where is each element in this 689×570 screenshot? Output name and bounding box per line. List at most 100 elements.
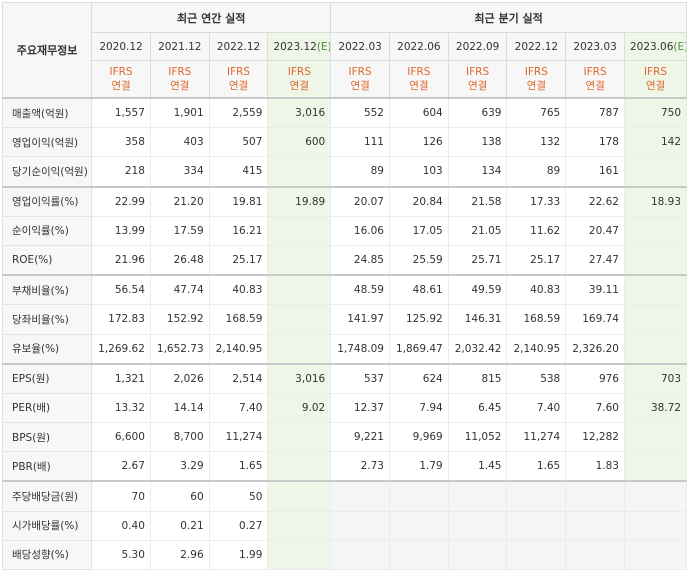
table-cell: 18.93 <box>623 185 688 217</box>
accounting-standard-cell: IFRS 연결 <box>388 60 449 99</box>
table-row: PBR(배) 2.67 3.29 1.65 2.73 1.79 1.45 1.65 1.83 <box>1 451 688 482</box>
table-cell: 168.59 <box>506 304 567 335</box>
table-cell: 138 <box>447 127 508 158</box>
table-cell: 21.05 <box>447 215 508 246</box>
table-cell: 178 <box>565 127 625 158</box>
table-cell: 48.61 <box>388 274 449 306</box>
table-cell: 2,326.20 <box>565 333 625 365</box>
table-cell <box>623 539 688 570</box>
row-label: 배당성향(%) <box>1 539 93 570</box>
table-cell: 2,032.42 <box>447 333 508 365</box>
table-cell <box>623 156 688 188</box>
table-cell: 26.48 <box>149 244 210 276</box>
table-cell <box>330 480 390 512</box>
table-cell: 2,140.95 <box>506 333 567 365</box>
accounting-standard-cell: IFRS 연결 <box>623 60 688 99</box>
table-cell <box>388 480 449 512</box>
table-cell: 22.99 <box>91 185 151 217</box>
table-cell: 12,282 <box>565 422 625 453</box>
table-cell: 20.07 <box>330 185 390 217</box>
table-cell <box>267 539 332 570</box>
table-row: 주당배당금(원) 70 60 50 <box>1 480 688 512</box>
period-estimate-label: 2023.06(E) <box>629 40 686 53</box>
table-cell: 8,700 <box>149 422 210 453</box>
quarter-group-header: 최근 분기 실적 <box>330 2 687 33</box>
table-cell: 17.05 <box>388 215 449 246</box>
period-header: 2022.03 <box>330 32 390 61</box>
table-cell: 765 <box>506 97 567 129</box>
row-label: 당기순이익(억원) <box>1 156 93 188</box>
row-label: 영업이익(억원) <box>1 127 93 158</box>
table-cell: 172.83 <box>91 304 151 335</box>
table-cell: 7.40 <box>208 392 269 424</box>
table-row: 유보율(%) 1,269.62 1,652.73 2,140.95 1,748.09 1,… <box>1 333 688 365</box>
table-cell: 1,748.09 <box>330 333 390 365</box>
table-cell <box>388 539 449 570</box>
period-header-row: 2020.12 2021.12 2022.12 2023.12(E) 2022.… <box>3 32 688 61</box>
table-cell: 976 <box>565 362 625 394</box>
table-cell: 218 <box>91 156 151 188</box>
table-cell: 815 <box>447 362 508 394</box>
table-cell <box>623 304 688 335</box>
table-cell: 11,274 <box>506 422 567 453</box>
table-cell: 169.74 <box>565 304 625 335</box>
row-label: 시가배당률(%) <box>1 510 93 541</box>
table-cell: 11.62 <box>506 215 567 246</box>
table-cell <box>447 480 508 512</box>
table-cell: 14.14 <box>149 392 210 424</box>
table-cell: 538 <box>506 362 567 394</box>
table-cell: 415 <box>208 156 269 188</box>
table-cell: 624 <box>388 362 449 394</box>
table-cell: 132 <box>506 127 567 158</box>
table-cell <box>623 480 688 512</box>
table-cell: 9,221 <box>330 422 390 453</box>
table-cell: 21.58 <box>447 185 508 217</box>
table-cell: 27.47 <box>565 244 625 276</box>
accounting-standard-cell: IFRS 연결 <box>447 60 508 99</box>
table-cell: 16.06 <box>330 215 390 246</box>
table-cell: 552 <box>330 97 390 129</box>
table-cell <box>565 480 625 512</box>
table-cell: 40.83 <box>208 274 269 306</box>
table-cell: 600 <box>267 127 332 158</box>
table-cell: 3.29 <box>149 451 210 482</box>
table-cell <box>565 539 625 570</box>
table-cell: 24.85 <box>330 244 390 276</box>
table-cell: 639 <box>447 97 508 129</box>
table-cell: 537 <box>330 362 390 394</box>
table-cell: 1,652.73 <box>149 333 210 365</box>
table-cell <box>267 333 332 365</box>
table-row: 순이익률(%) 13.99 17.59 16.21 16.06 17.05 21.05 11.… <box>1 215 688 246</box>
accounting-standard-cell: IFRS 연결 <box>506 60 567 99</box>
table-cell: 20.84 <box>388 185 449 217</box>
table-cell <box>623 333 688 365</box>
table-cell: 3,016 <box>267 97 332 129</box>
row-label: EPS(원) <box>1 362 93 394</box>
table-cell: 111 <box>330 127 390 158</box>
table-cell: 25.59 <box>388 244 449 276</box>
table-cell: 1.79 <box>388 451 449 482</box>
row-label: 주당배당금(원) <box>1 480 93 512</box>
table-cell: 403 <box>149 127 210 158</box>
table-cell: 13.32 <box>91 392 151 424</box>
table-cell: 21.96 <box>91 244 151 276</box>
row-label: ROE(%) <box>1 244 93 276</box>
table-cell: 126 <box>388 127 449 158</box>
accounting-standard-cell: IFRS 연결 <box>330 60 390 99</box>
accounting-standard-cell: IFRS 연결 <box>149 60 210 99</box>
table-cell: 19.89 <box>267 185 332 217</box>
table-cell: 19.81 <box>208 185 269 217</box>
table-cell: 1,901 <box>149 97 210 129</box>
table-cell: 25.17 <box>506 244 567 276</box>
table-cell: 17.59 <box>149 215 210 246</box>
financial-summary-table: 주요재무정보 최근 연간 실적 최근 분기 실적 2020.12 2021.12… <box>1 2 688 570</box>
table-cell: 2,559 <box>208 97 269 129</box>
table-cell: 7.40 <box>506 392 567 424</box>
table-row: 시가배당률(%) 0.40 0.21 0.27 <box>1 510 688 541</box>
table-row: 당좌비율(%) 172.83 152.92 168.59 141.97 125.92 146… <box>1 304 688 335</box>
table-cell: 142 <box>623 127 688 158</box>
table-cell: 9,969 <box>388 422 449 453</box>
table-cell <box>623 215 688 246</box>
annual-group-header: 최근 연간 실적 <box>91 2 332 33</box>
corner-label: 주요재무정보 <box>1 2 93 99</box>
